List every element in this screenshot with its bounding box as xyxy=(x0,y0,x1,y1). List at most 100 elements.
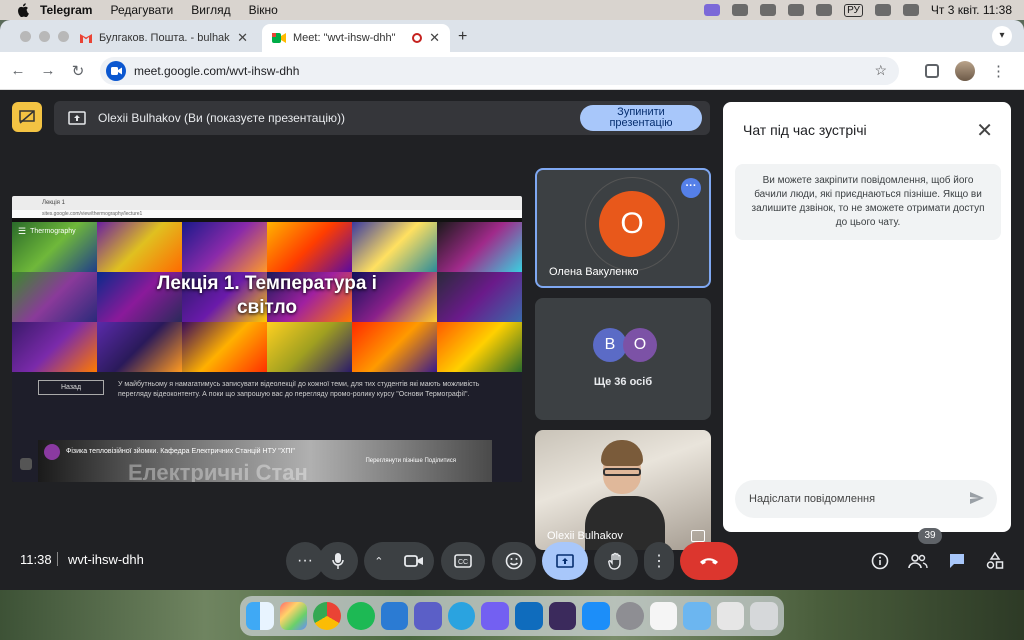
trash-icon[interactable] xyxy=(750,602,778,630)
camera-button[interactable]: ⌃ xyxy=(364,542,434,580)
activities-button[interactable] xyxy=(984,550,1006,572)
screen-share-status-icon[interactable] xyxy=(704,4,721,16)
cloud-sync-icon[interactable] xyxy=(760,4,777,16)
presentation-mode-icon[interactable] xyxy=(12,102,42,132)
control-center-icon[interactable] xyxy=(874,4,891,16)
participant-tile[interactable]: О ··· Олена Вакуленко xyxy=(535,168,711,288)
menu-window[interactable]: Вікно xyxy=(249,3,278,17)
hamburger-menu-icon[interactable]: ☰ xyxy=(18,226,26,237)
raise-hand-button[interactable] xyxy=(594,542,638,580)
keyboard-layout-indicator[interactable]: РУ xyxy=(844,3,863,17)
more-options-button[interactable]: ⋮ xyxy=(644,542,674,580)
meeting-code: wvt-ihsw-dhh xyxy=(68,552,144,567)
people-icon xyxy=(908,554,928,569)
emoji-reactions-button[interactable] xyxy=(492,542,536,580)
bookmark-star-icon[interactable]: ☆ xyxy=(874,62,893,79)
url-text[interactable]: meet.google.com/wvt-ihsw-dhh xyxy=(134,64,299,78)
stop-presenting-button[interactable]: Зупинити презентацію xyxy=(580,105,702,131)
tab-meet[interactable]: Meet: "wvt-ihsw-dhh" ✕ xyxy=(262,24,450,52)
telegram-icon[interactable] xyxy=(447,602,476,630)
menu-edit[interactable]: Редагувати xyxy=(110,3,173,17)
spotify-icon[interactable] xyxy=(346,602,375,630)
people-button[interactable] xyxy=(907,550,929,572)
tab-search-dropdown[interactable]: ▾ xyxy=(992,26,1012,46)
chat-title: Чат під час зустрічі xyxy=(743,122,867,138)
site-info-icon[interactable] xyxy=(106,60,126,81)
captions-button[interactable]: CC xyxy=(441,542,485,580)
lecture-title-line2: світло xyxy=(236,297,297,318)
other-participants-tile[interactable]: В О Ще 36 осіб xyxy=(535,298,711,420)
avatar: О xyxy=(599,191,665,257)
obsidian-icon[interactable] xyxy=(548,602,577,630)
zoom-window-button[interactable] xyxy=(58,31,69,42)
lecture-title-line1: Лекція 1. Температура і xyxy=(157,273,377,294)
chevron-up-icon[interactable]: ⌃ xyxy=(374,555,383,568)
chatgpt-icon[interactable] xyxy=(649,602,678,630)
lecture-paragraph: У майбутньому я намагатимусь записувати … xyxy=(118,381,480,398)
menu-view[interactable]: Вигляд xyxy=(191,3,230,17)
close-tab-icon[interactable]: ✕ xyxy=(429,30,440,46)
back-button[interactable]: Назад xyxy=(38,380,104,395)
present-now-button[interactable] xyxy=(542,542,588,580)
avatar: В xyxy=(593,328,627,362)
microphone-icon xyxy=(332,553,344,569)
video-watermark: Електричні Стан xyxy=(128,460,308,482)
outlook-icon[interactable] xyxy=(515,602,543,630)
wifi-icon[interactable] xyxy=(816,4,833,16)
meeting-details-button[interactable] xyxy=(869,550,891,572)
menu-clock[interactable]: Чт 3 квіт. 11:38 xyxy=(931,3,1012,17)
menu-app-name[interactable]: Telegram xyxy=(40,3,92,17)
svg-text:CC: CC xyxy=(458,559,468,566)
channel-avatar xyxy=(44,444,60,460)
new-tab-button[interactable]: + xyxy=(458,28,467,46)
app-store-icon[interactable] xyxy=(582,602,610,630)
chat-message-input[interactable]: Надіслати повідомлення xyxy=(735,480,997,518)
presenting-banner: Olexii Bulhakov (Ви (показуєте презентац… xyxy=(54,101,710,135)
system-settings-icon[interactable] xyxy=(615,602,644,630)
microphone-button[interactable] xyxy=(318,542,358,580)
apple-icon[interactable] xyxy=(16,3,30,17)
recent-window-icon[interactable] xyxy=(716,602,745,630)
more-options-icon[interactable]: ··· xyxy=(681,178,701,198)
chat-button[interactable] xyxy=(946,550,968,572)
send-icon[interactable] xyxy=(969,490,985,506)
chrome-icon[interactable] xyxy=(313,602,341,630)
close-tab-icon[interactable]: ✕ xyxy=(237,30,248,46)
forward-icon[interactable]: → xyxy=(40,62,56,79)
minimize-window-button[interactable] xyxy=(39,31,50,42)
profile-avatar[interactable] xyxy=(955,60,975,81)
back-icon[interactable]: ← xyxy=(10,62,26,79)
browser-menu-icon[interactable]: ⋮ xyxy=(991,62,1006,80)
camera-icon xyxy=(403,555,423,567)
finder-icon[interactable] xyxy=(246,602,274,630)
mac-menu-bar: Telegram Редагувати Вигляд Вікно РУ Чт 3… xyxy=(0,0,1024,20)
activities-icon xyxy=(986,552,1004,569)
battery-icon[interactable] xyxy=(788,4,805,16)
cloud-icon[interactable] xyxy=(732,4,749,16)
shared-browser-url: sites.google.com/view/thermography/lectu… xyxy=(12,210,522,218)
close-window-button[interactable] xyxy=(20,31,31,42)
siri-icon[interactable] xyxy=(902,4,919,16)
leave-call-button[interactable] xyxy=(680,542,738,580)
teams-icon[interactable] xyxy=(414,602,442,630)
extensions-icon[interactable] xyxy=(925,63,939,78)
downloads-folder-icon[interactable] xyxy=(683,602,711,630)
avatar-group: В О xyxy=(593,328,657,362)
embedded-video[interactable]: Фізика тепловізійної зйомки. Кафедра Еле… xyxy=(38,440,492,482)
reload-icon[interactable]: ↻ xyxy=(70,62,86,80)
tab-gmail[interactable]: Булгаков. Пошта. - bulhakov ✕ xyxy=(70,24,258,52)
video-actions: Переглянути пізніше Поділитися xyxy=(365,458,456,464)
tab-strip: Булгаков. Пошта. - bulhakov ✕ Meet: "wvt… xyxy=(0,20,1024,52)
present-screen-icon xyxy=(68,111,86,125)
launchpad-icon[interactable] xyxy=(279,602,308,630)
tab-title: Булгаков. Пошта. - bulhakov xyxy=(99,32,231,44)
viber-icon[interactable] xyxy=(481,602,509,630)
recording-indicator-icon xyxy=(412,33,423,43)
address-bar[interactable]: meet.google.com/wvt-ihsw-dhh ☆ xyxy=(100,56,899,85)
end-call-icon xyxy=(700,558,718,565)
vscode-icon[interactable] xyxy=(380,602,409,630)
site-settings-icon[interactable] xyxy=(20,458,32,470)
close-icon[interactable]: ✕ xyxy=(976,118,993,143)
browser-window: Булгаков. Пошта. - bulhakov ✕ Meet: "wvt… xyxy=(0,20,1024,590)
self-video xyxy=(583,434,665,550)
